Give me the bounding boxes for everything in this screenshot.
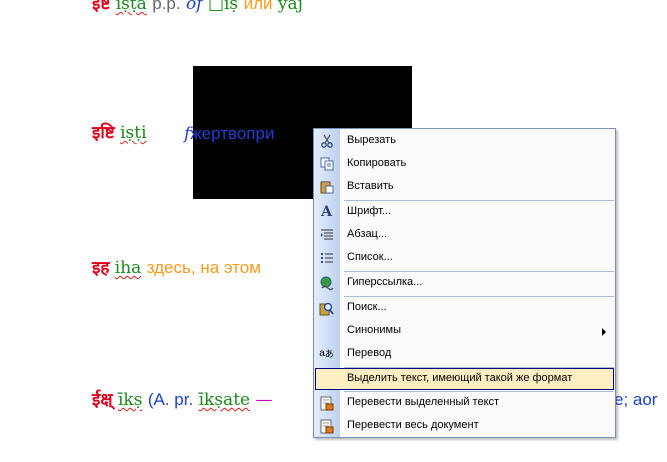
doc-line-iksh: ईक्ष् īkṣ (A. pr. īkṣate — xyxy=(92,390,273,410)
menu-item-translate[interactable]: aあ Перевод xyxy=(314,343,615,365)
menu-item-paragraph[interactable]: Абзац... xyxy=(314,224,615,246)
menu-item-hyperlink[interactable]: Гиперссылка... xyxy=(314,272,615,294)
list-icon xyxy=(318,250,335,266)
menu-item-font[interactable]: A Шрифт... xyxy=(314,201,615,223)
doc-line-ishti-definition: fжертвопри xyxy=(184,124,275,144)
context-menu: Вырезать Копировать Вставить A Шрифт... … xyxy=(313,128,616,438)
menu-item-paste[interactable]: Вставить xyxy=(314,176,615,198)
menu-item-translate-document[interactable]: Перевести весь документ xyxy=(314,415,615,437)
translate-document-icon xyxy=(318,418,335,434)
menu-item-select-same-format[interactable]: Выделить текст, имеющий такой же формат xyxy=(314,368,615,390)
scissors-icon xyxy=(318,133,335,149)
hyperlink-icon xyxy=(318,275,335,291)
submenu-arrow-icon xyxy=(602,328,606,336)
doc-line-ishti: इष्टि iṣṭi xyxy=(92,123,147,143)
paragraph-icon xyxy=(318,227,335,243)
copy-icon xyxy=(318,156,335,172)
menu-item-synonyms[interactable]: Синонимы xyxy=(314,320,615,342)
translate-icon: aあ xyxy=(319,348,334,359)
menu-item-search[interactable]: Поиск... xyxy=(314,297,615,319)
menu-item-translate-selection[interactable]: Перевести выделенный текст xyxy=(314,392,615,414)
doc-line-iha: इह iha здесь, на этом xyxy=(92,258,261,278)
doc-line-iksh-tail: e; aor xyxy=(614,390,658,409)
doc-line-ishta: इष्ट iṣṭa p.p. of □iṣ или yaj xyxy=(92,0,303,14)
menu-item-copy[interactable]: Копировать xyxy=(314,153,615,175)
menu-item-cut[interactable]: Вырезать xyxy=(314,130,615,152)
search-icon xyxy=(318,300,335,316)
translate-selection-icon xyxy=(318,395,335,411)
paste-icon xyxy=(318,179,335,195)
font-icon: A xyxy=(321,204,332,220)
menu-item-list[interactable]: Список... xyxy=(314,247,615,269)
